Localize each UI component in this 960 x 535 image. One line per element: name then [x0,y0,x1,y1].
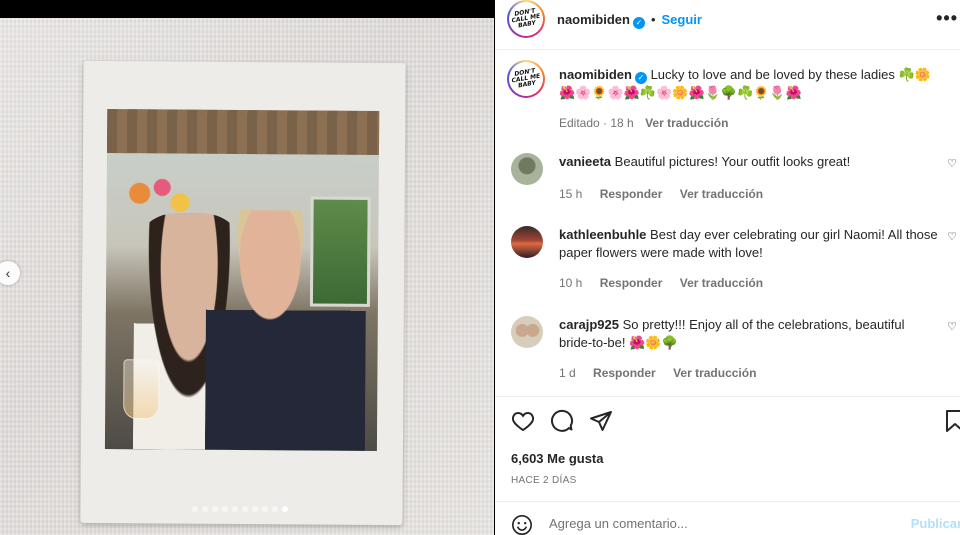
carousel-dot [212,506,218,512]
comment-meta: 1 d Responder Ver traducción [559,366,770,380]
comment-icon[interactable] [550,409,574,433]
commenter-username[interactable]: vanieeta [559,154,611,169]
reply-button[interactable]: Responder [600,187,663,201]
follow-button[interactable]: Seguir [662,12,702,27]
commenter-username[interactable]: carajp925 [559,317,619,332]
post-side-panel: DON'T CALL ME BABY naomibiden ✓ • Seguir ••… [495,0,960,535]
verified-icon: ✓ [632,16,645,29]
publish-button[interactable]: Publicar [911,516,960,531]
verified-icon: ✓ [634,72,647,84]
reply-button[interactable]: Responder [593,366,656,380]
carousel-dot [202,506,208,512]
heart-icon[interactable]: ♡ [947,320,957,333]
header-user-line: naomibiden ✓ • Seguir [557,11,702,29]
post-date: HACE 2 DÍAS [511,475,577,486]
translate-link[interactable]: Ver traducción [680,187,763,201]
carousel-dot [282,506,288,512]
photo-man [204,209,367,451]
reply-button[interactable]: Responder [600,276,663,290]
caption-emojis: 🌺🌸🌻🌸🌺☘️🌸🌼🌺🌷🌳☘️🌻🌷🌺 [559,85,802,100]
bookmark-icon[interactable] [943,409,960,433]
heart-icon[interactable]: ♡ [947,157,957,170]
comment-text: Beautiful pictures! Your outfit looks gr… [614,154,851,169]
edited-time: Editado · 18 h [559,116,634,130]
avatar-logo: DON'T CALL ME BABY [506,59,546,99]
comment-text-block: carajp925 So pretty!!! Enjoy all of the … [559,316,939,352]
heart-icon[interactable]: ♡ [947,230,957,243]
author-avatar[interactable]: DON'T CALL ME BABY [506,0,546,39]
comment-text-block: vanieeta Beautiful pictures! Your outfit… [559,153,939,171]
caption-username[interactable]: naomibiden [559,67,632,82]
polaroid-photo [80,60,406,526]
carousel-dot [252,506,258,512]
commenter-avatar[interactable] [511,316,543,348]
comment-meta: 15 h Responder Ver traducción [559,187,777,201]
emoji-icon[interactable] [511,514,533,535]
post-actions: 6,603 Me gusta HACE 2 DÍAS Publicar [495,396,960,535]
chevron-left-icon: ‹ [5,265,11,281]
caption-avatar[interactable]: DON'T CALL ME BABY [506,59,546,99]
carousel-dot [242,506,248,512]
comment-input[interactable] [549,516,849,531]
translate-link[interactable]: Ver traducción [680,276,763,290]
photo-ceiling [106,109,380,155]
likes-count[interactable]: 6,603 Me gusta [511,451,604,466]
photo-wine-glass [123,359,160,420]
commenter-avatar[interactable] [511,226,543,258]
comment-meta: 10 h Responder Ver traducción [559,276,777,290]
carousel-dot [232,506,238,512]
carousel-dot [192,506,198,512]
avatar-logo: DON'T CALL ME BABY [506,0,546,39]
share-icon[interactable] [589,409,613,433]
comment-text-block: kathleenbuhle Best day ever celebrating … [559,226,939,262]
post-media[interactable]: ‹ [0,18,494,535]
translate-link[interactable]: Ver traducción [673,366,756,380]
caption-text-block: naomibiden ✓ Lucky to love and be loved b… [559,66,951,132]
separator: • [650,12,656,27]
comment-time: 10 h [559,276,583,290]
carousel-dot [262,506,268,512]
commenter-avatar[interactable] [511,153,543,185]
carousel-dot [272,506,278,512]
post-header: DON'T CALL ME BABY naomibiden ✓ • Seguir ••… [495,0,960,50]
comment-time: 15 h [559,187,583,201]
carousel-dot [222,506,228,512]
caption-text: Lucky to love and be loved by these ladi… [650,67,931,82]
couple-photo [104,109,380,451]
add-comment-bar: Publicar [495,501,960,535]
carousel-indicator [192,506,288,512]
comment-time: 1 d [559,366,576,380]
more-icon[interactable]: ••• [936,8,958,29]
heart-icon[interactable] [511,409,535,433]
commenter-username[interactable]: kathleenbuhle [559,227,646,242]
caption-meta: Editado · 18 h Ver traducción [559,114,951,132]
author-username[interactable]: naomibiden [557,12,630,27]
translate-link[interactable]: Ver traducción [645,116,728,130]
